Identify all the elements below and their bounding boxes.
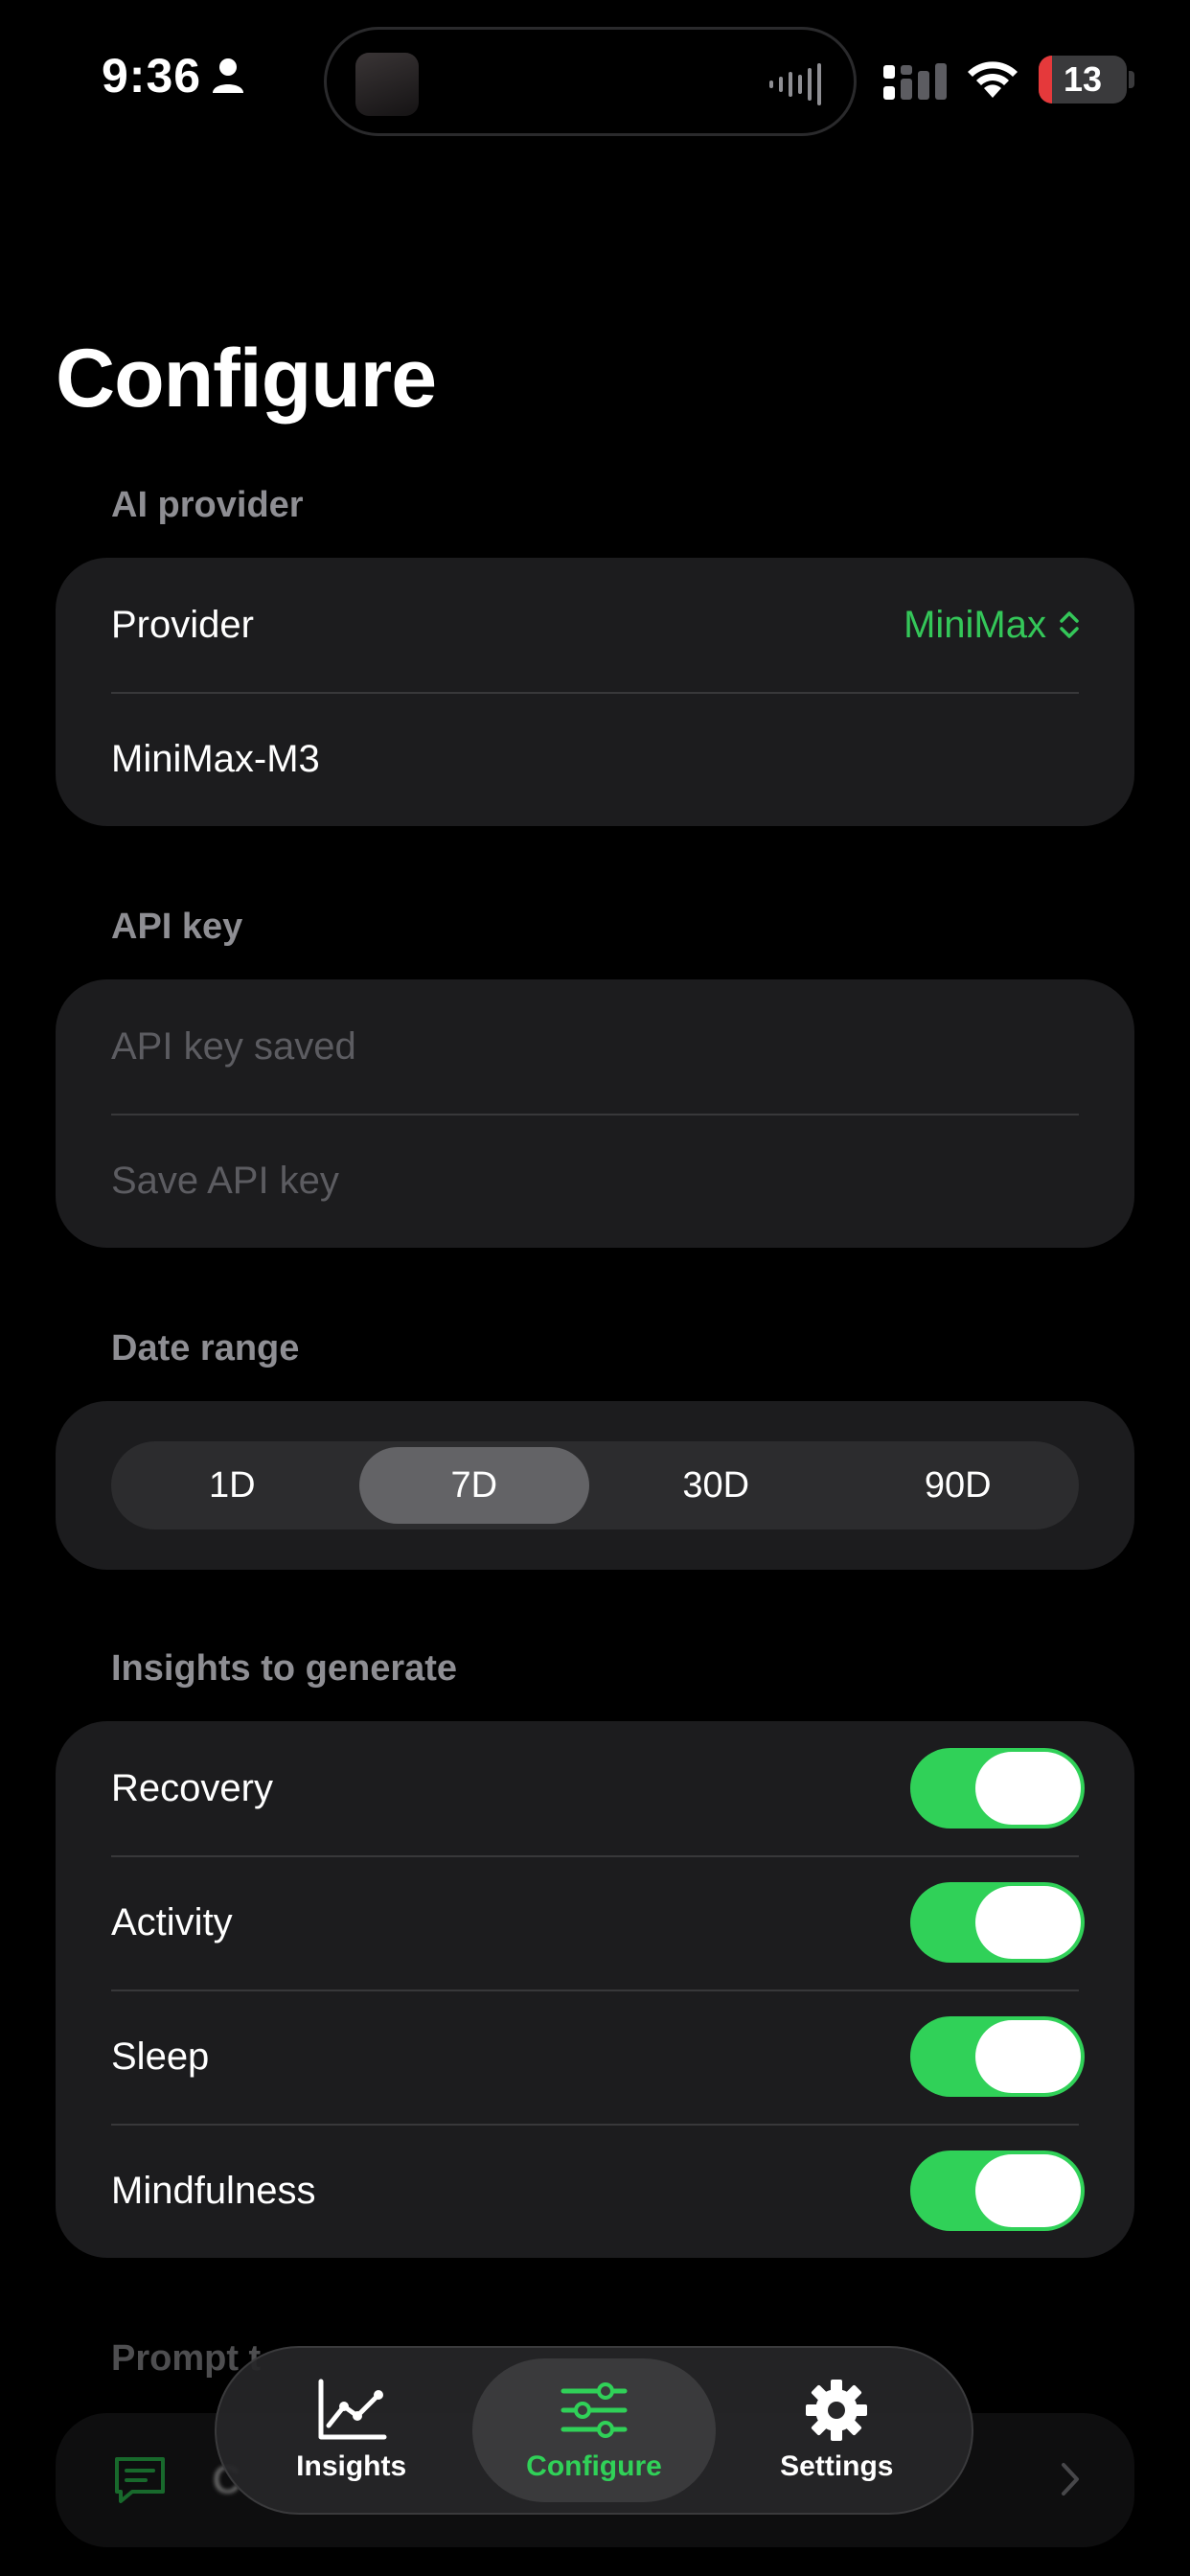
dynamic-island[interactable] [324, 27, 857, 136]
segment-1d[interactable]: 1D [117, 1447, 348, 1524]
tab-label: Settings [780, 2450, 894, 2482]
segment-30d[interactable]: 30D [601, 1447, 832, 1524]
chevron-right-icon [1062, 2463, 1079, 2496]
gear-icon [806, 2380, 868, 2441]
sleep-toggle[interactable] [910, 2016, 1085, 2097]
insight-label: Mindfulness [111, 2169, 316, 2212]
wifi-icon [968, 61, 1018, 98]
insight-label: Activity [111, 1900, 233, 1944]
tab-settings[interactable]: Settings [716, 2358, 958, 2502]
tab-configure[interactable]: Configure [472, 2358, 716, 2502]
battery-indicator: 13 [1039, 56, 1127, 104]
status-time: 9:36 [102, 48, 245, 104]
model-row[interactable]: MiniMax-M3 [56, 692, 1134, 826]
toggle-knob [975, 1752, 1081, 1825]
person-icon [213, 58, 244, 93]
provider-label: Provider [111, 603, 254, 646]
segment-7d[interactable]: 7D [358, 1447, 589, 1524]
date-range-card: 1D 7D 30D 90D [56, 1401, 1134, 1570]
toggle-knob [975, 1886, 1081, 1959]
mindfulness-toggle[interactable] [910, 2150, 1085, 2231]
api-key-placeholder: API key saved [111, 1024, 356, 1068]
provider-row[interactable]: Provider MiniMax [56, 558, 1134, 692]
status-time-text: 9:36 [102, 49, 202, 103]
api-key-header: API key [111, 907, 243, 947]
tab-bar: Insights Configure Settings [215, 2346, 973, 2515]
screen: 9:36 13 Configure AI provider Provider M… [0, 0, 1190, 2576]
cellular-signal-icon [883, 63, 947, 100]
chat-bubble-icon [115, 2457, 165, 2503]
tab-label: Insights [296, 2450, 407, 2482]
recovery-toggle[interactable] [910, 1748, 1085, 1828]
insights-card: Recovery Activity Sleep Mindfulness [56, 1721, 1134, 2258]
tab-insights[interactable]: Insights [230, 2358, 472, 2502]
toggle-knob [975, 2020, 1081, 2093]
chevron-up-down-icon [1060, 611, 1079, 638]
chart-line-icon [318, 2379, 387, 2440]
api-key-input[interactable]: API key saved [56, 979, 1134, 1114]
model-name: MiniMax-M3 [111, 737, 320, 780]
segment-90d[interactable]: 90D [843, 1447, 1074, 1524]
toggle-knob [975, 2154, 1081, 2227]
battery-level: 13 [1063, 59, 1103, 99]
date-range-header: Date range [111, 1328, 300, 1368]
api-key-card: API key saved Save API key [56, 979, 1134, 1248]
now-playing-artwork [355, 53, 419, 116]
insight-row-recovery: Recovery [56, 1721, 1134, 1855]
provider-value: MiniMax [904, 603, 1046, 646]
audio-wave-icon [769, 63, 821, 105]
activity-toggle[interactable] [910, 1882, 1085, 1963]
provider-picker[interactable]: MiniMax [904, 604, 1081, 647]
save-api-key-button[interactable]: Save API key [56, 1114, 1134, 1248]
insight-row-sleep: Sleep [56, 1990, 1134, 2124]
sliders-icon [561, 2382, 628, 2438]
insight-label: Recovery [111, 1766, 273, 1809]
tab-label: Configure [526, 2450, 662, 2482]
insights-header: Insights to generate [111, 1648, 458, 1689]
ai-provider-header: AI provider [111, 485, 304, 525]
insight-label: Sleep [111, 2035, 210, 2078]
insight-row-activity: Activity [56, 1855, 1134, 1990]
battery-nub [1129, 71, 1134, 88]
save-api-key-label: Save API key [111, 1159, 339, 1202]
date-range-segmented-control: 1D 7D 30D 90D [111, 1441, 1079, 1530]
insight-row-mindfulness: Mindfulness [56, 2124, 1134, 2258]
page-title: Configure [56, 333, 437, 425]
ai-provider-card: Provider MiniMax MiniMax-M3 [56, 558, 1134, 826]
